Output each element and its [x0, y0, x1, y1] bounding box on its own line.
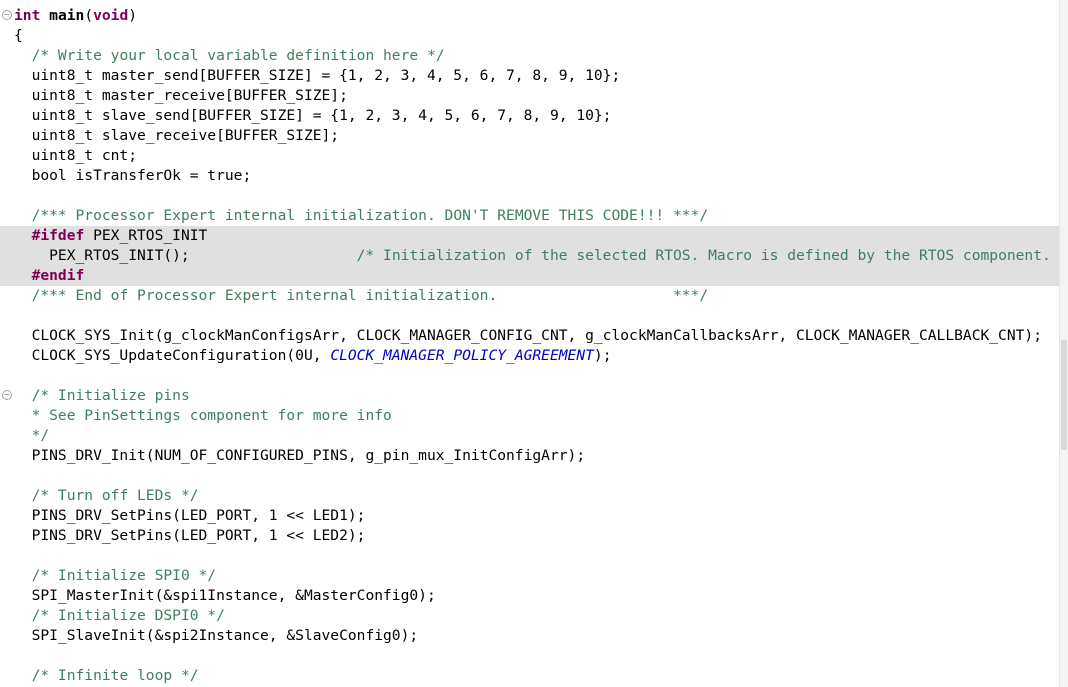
code-token: uint8_t master_receive[BUFFER_SIZE]; [14, 87, 348, 104]
code-token: * See PinSettings component for more inf… [31, 407, 392, 424]
code-line[interactable]: /* Infinite loop */ [0, 666, 1060, 686]
code-token: uint8_t slave_receive[BUFFER_SIZE]; [14, 127, 340, 144]
code-token: /*** End of Processor Expert internal in… [31, 287, 709, 304]
code-token: ( [84, 7, 94, 24]
code-line[interactable]: uint8_t slave_send[BUFFER_SIZE] = {1, 2,… [0, 106, 1060, 126]
code-token: #ifdef [31, 227, 85, 244]
code-token: CLOCK_SYS_Init(g_clockManConfigsArr, CLO… [14, 327, 1042, 344]
code-token: ) [128, 7, 138, 24]
code-line[interactable]: − /* Initialize pins [0, 386, 1060, 406]
code-token: void [93, 7, 129, 24]
code-line[interactable]: uint8_t cnt; [0, 146, 1060, 166]
code-token: /* Infinite loop */ [31, 667, 199, 684]
code-line[interactable]: * See PinSettings component for more inf… [0, 406, 1060, 426]
code-line[interactable]: */ [0, 426, 1060, 446]
code-line[interactable]: /* Turn off LEDs */ [0, 486, 1060, 506]
code-line[interactable]: { [0, 26, 1060, 46]
code-line[interactable] [0, 466, 1060, 486]
code-token: /* Initialize DSPI0 */ [31, 607, 225, 624]
fold-collapse-icon[interactable]: − [2, 10, 12, 20]
code-line[interactable]: SPI_SlaveInit(&spi2Instance, &SlaveConfi… [0, 626, 1060, 646]
code-token: /*** Processor Expert internal initializ… [31, 207, 709, 224]
vertical-scrollbar[interactable] [1059, 0, 1068, 687]
code-token: /* Turn off LEDs */ [31, 487, 199, 504]
fold-collapse-icon[interactable]: − [2, 390, 12, 400]
code-token: PEX_RTOS_INIT [84, 227, 208, 244]
code-line[interactable] [0, 366, 1060, 386]
code-token: SPI_MasterInit(&spi1Instance, &MasterCon… [14, 587, 436, 604]
code-line[interactable] [0, 546, 1060, 566]
code-line[interactable] [0, 306, 1060, 326]
code-token: { [14, 27, 23, 44]
code-token: uint8_t slave_send[BUFFER_SIZE] = {1, 2,… [14, 107, 612, 124]
code-token: PINS_DRV_SetPins(LED_PORT, 1 << LED2); [14, 527, 366, 544]
scrollbar-thumb[interactable] [1061, 340, 1067, 450]
code-line[interactable] [0, 186, 1060, 206]
code-token: #endif [31, 267, 85, 284]
code-line[interactable]: #ifdef PEX_RTOS_INIT [0, 226, 1060, 246]
code-line[interactable]: /*** Processor Expert internal initializ… [0, 206, 1060, 226]
code-token: CLOCK_MANAGER_POLICY_AGREEMENT [330, 347, 594, 364]
code-token: /* Initialize pins [31, 387, 190, 404]
code-line[interactable]: PINS_DRV_Init(NUM_OF_CONFIGURED_PINS, g_… [0, 446, 1060, 466]
code-line[interactable]: uint8_t slave_receive[BUFFER_SIZE]; [0, 126, 1060, 146]
code-line[interactable]: PINS_DRV_SetPins(LED_PORT, 1 << LED2); [0, 526, 1060, 546]
code-line[interactable]: SPI_MasterInit(&spi1Instance, &MasterCon… [0, 586, 1060, 606]
code-token: ); [593, 347, 612, 364]
code-token: SPI_SlaveInit(&spi2Instance, &SlaveConfi… [14, 627, 419, 644]
code-line[interactable]: #endif [0, 266, 1060, 286]
code-line[interactable]: /*** End of Processor Expert internal in… [0, 286, 1060, 306]
code-line[interactable]: − int main(void) [0, 6, 1060, 26]
code-line[interactable]: /* Initialize SPI0 */ [0, 566, 1060, 586]
code-line[interactable]: /* Write your local variable definition … [0, 46, 1060, 66]
code-token: uint8_t cnt; [14, 147, 138, 164]
code-line[interactable]: uint8_t master_send[BUFFER_SIZE] = {1, 2… [0, 66, 1060, 86]
code-line[interactable] [0, 646, 1060, 666]
code-token: PINS_DRV_SetPins(LED_PORT, 1 << LED1); [14, 507, 366, 524]
code-line[interactable]: CLOCK_SYS_UpdateConfiguration(0U, CLOCK_… [0, 346, 1060, 366]
code-token: */ [31, 427, 50, 444]
code-token: /* Write your local variable definition … [31, 47, 445, 64]
code-token: CLOCK_SYS_UpdateConfiguration(0U, [14, 347, 331, 364]
code-line[interactable]: CLOCK_SYS_Init(g_clockManConfigsArr, CLO… [0, 326, 1060, 346]
code-line[interactable]: uint8_t master_receive[BUFFER_SIZE]; [0, 86, 1060, 106]
code-token: int [14, 7, 41, 24]
code-line[interactable]: PINS_DRV_SetPins(LED_PORT, 1 << LED1); [0, 506, 1060, 526]
code-token: /* Initialization of the selected RTOS. … [356, 247, 1060, 264]
code-token: /* Initialize SPI0 */ [31, 567, 217, 584]
code-line[interactable]: PEX_RTOS_INIT(); /* Initialization of th… [0, 246, 1060, 266]
code-line[interactable]: bool isTransferOk = true; [0, 166, 1060, 186]
code-token: uint8_t master_send[BUFFER_SIZE] = {1, 2… [14, 67, 621, 84]
code-token: bool isTransferOk = true; [14, 167, 252, 184]
code-editor[interactable]: − int main(void){ /* Write your local var… [0, 0, 1068, 687]
code-token: PEX_RTOS_INIT(); [14, 247, 357, 264]
code-line[interactable]: /* Initialize DSPI0 */ [0, 606, 1060, 626]
code-token: main [49, 7, 85, 24]
code-token: PINS_DRV_Init(NUM_OF_CONFIGURED_PINS, g_… [14, 447, 586, 464]
code-area[interactable]: − int main(void){ /* Write your local var… [0, 6, 1060, 686]
